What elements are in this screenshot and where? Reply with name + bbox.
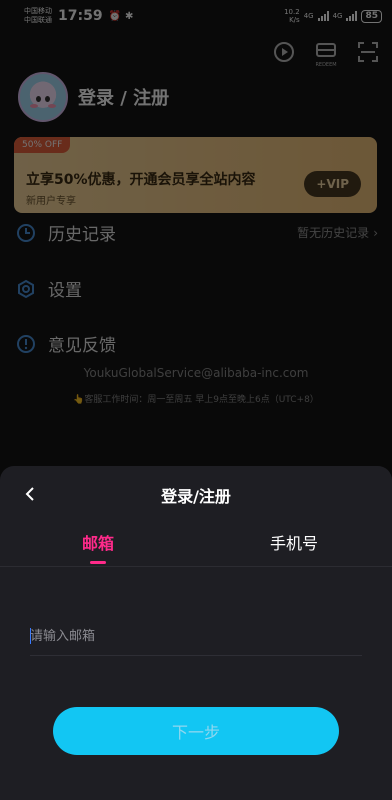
clock-icon: [17, 223, 35, 242]
service-hours: 👆客服工作时间：周一至周五 早上9点至晚上6点（UTC+8）: [73, 395, 319, 405]
menu-feedback[interactable]: 意见反馈: [16, 331, 378, 356]
contact-email[interactable]: YoukuGlobalService@alibaba-inc.com: [0, 366, 392, 380]
gear-icon: [18, 279, 34, 298]
top-icons: REDEEM: [272, 40, 380, 68]
vip-subtitle: 新用户专享: [26, 196, 76, 207]
login-sheet: 登录/注册 邮箱 手机号 下一步: [0, 466, 392, 800]
network-type-2: 4G: [332, 12, 343, 20]
status-right: 10.2 K/s 4G 4G 85: [284, 8, 382, 24]
login-tabs: 邮箱 手机号: [0, 530, 392, 570]
sheet-header: 登录/注册: [0, 466, 392, 524]
profile-header[interactable]: 登录 / 注册: [18, 72, 169, 122]
signal-icon: [317, 11, 329, 21]
signal-icon-2: [346, 11, 358, 21]
carrier-labels: 中国移动 中国联通: [24, 7, 56, 25]
settings-label: 设置: [48, 281, 82, 301]
bluetooth-icon: ✱: [125, 10, 134, 22]
play-history-icon[interactable]: [272, 40, 296, 68]
net-speed: 10.2 K/s: [284, 8, 300, 24]
vip-button[interactable]: +VIP: [304, 171, 361, 197]
network-type-1: 4G: [303, 12, 314, 20]
redeem-icon[interactable]: REDEEM: [314, 40, 338, 68]
discount-tag: 50% OFF: [14, 137, 71, 153]
avatar[interactable]: [18, 72, 68, 122]
scan-icon[interactable]: [356, 40, 380, 68]
active-tab-indicator: [90, 561, 106, 564]
redeem-label: REDEEM: [315, 62, 337, 68]
info-icon: [17, 334, 35, 353]
tab-email[interactable]: 邮箱: [0, 530, 196, 570]
carrier-2: 中国联通: [24, 16, 52, 24]
vip-title: 立享50%优惠，开通会员享全站内容: [26, 172, 256, 188]
history-label: 历史记录: [48, 225, 116, 245]
menu-history[interactable]: 历史记录 暂无历史记录 ›: [16, 220, 378, 245]
carrier-1: 中国移动: [24, 7, 52, 15]
chevron-right-icon: ›: [373, 225, 378, 240]
vip-banner[interactable]: 50% OFF 立享50%优惠，开通会员享全站内容 新用户专享 +VIP: [14, 137, 377, 213]
feedback-label: 意见反馈: [48, 336, 116, 356]
back-arrow-icon[interactable]: [20, 483, 42, 505]
sheet-title: 登录/注册: [161, 487, 231, 506]
next-button[interactable]: 下一步: [53, 707, 339, 755]
clock: 17:59: [58, 8, 103, 24]
history-empty-text: 暂无历史记录: [297, 226, 370, 240]
email-input[interactable]: [30, 618, 362, 656]
status-bar: 中国移动 中国联通 17:59 ⏰ ✱ 10.2 K/s 4G 4G 85: [0, 0, 392, 32]
menu-settings[interactable]: 设置: [16, 276, 378, 301]
divider: [0, 566, 392, 567]
tab-phone[interactable]: 手机号: [196, 530, 392, 570]
battery-icon: 85: [361, 9, 382, 23]
alarm-icon: ⏰: [108, 10, 122, 22]
login-register-link[interactable]: 登录 / 注册: [78, 84, 169, 110]
